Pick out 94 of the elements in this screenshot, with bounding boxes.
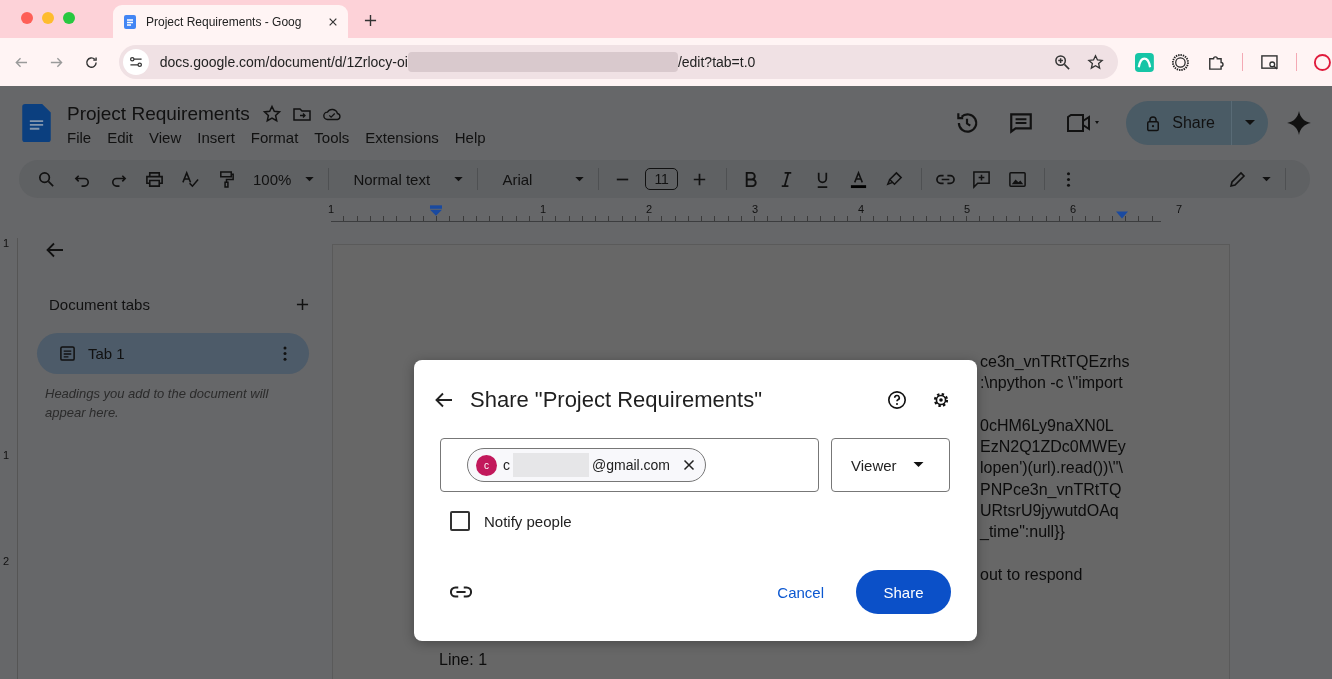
more-icon[interactable] bbox=[283, 346, 287, 361]
text-color-icon[interactable] bbox=[848, 169, 868, 189]
caret-icon bbox=[305, 176, 315, 182]
back-arrow-icon[interactable] bbox=[434, 390, 454, 410]
ruler-number: 3 bbox=[752, 204, 759, 215]
menu-item[interactable]: View bbox=[141, 128, 190, 146]
add-comment-icon[interactable] bbox=[971, 169, 991, 189]
settings-icon[interactable] bbox=[931, 390, 951, 410]
extension-icon[interactable] bbox=[1134, 52, 1154, 72]
profile-icon[interactable] bbox=[1313, 52, 1332, 72]
help-icon[interactable] bbox=[887, 390, 907, 410]
site-settings-icon[interactable] bbox=[122, 49, 149, 75]
ruler-number: 1 bbox=[328, 204, 335, 215]
document-tab[interactable]: Tab 1 bbox=[37, 333, 309, 374]
font-dropdown[interactable]: Arial bbox=[502, 170, 585, 188]
menu-item[interactable]: Insert bbox=[189, 128, 243, 146]
lock-icon bbox=[1146, 114, 1161, 132]
document-text: PNPce3n_vnTRtTQ bbox=[980, 480, 1122, 498]
document-text: _time":null}} bbox=[980, 523, 1065, 541]
spellcheck-icon[interactable] bbox=[181, 169, 200, 189]
email-text: @gmail.com bbox=[592, 457, 670, 473]
document-text: URtsrU9jywutdOAq bbox=[980, 502, 1119, 520]
menu-item[interactable]: Help bbox=[446, 128, 494, 146]
document-text: ce3n_vnTRtTQEzrhs bbox=[980, 353, 1130, 370]
dialog-title: Share "Project Requirements" bbox=[470, 387, 762, 413]
ruler-number: 4 bbox=[858, 204, 865, 215]
document-text: lopen')(url).read())\"\ bbox=[980, 459, 1123, 477]
paint-roller-icon[interactable] bbox=[217, 169, 236, 189]
tab-title: Project Requirements - Goog bbox=[146, 14, 303, 29]
ruler-number: 2 bbox=[3, 556, 10, 567]
document-text: Line: 1 bbox=[439, 651, 488, 669]
star-icon[interactable] bbox=[1086, 53, 1104, 71]
font-size-field[interactable]: 11 bbox=[645, 168, 678, 190]
reload-icon[interactable] bbox=[83, 54, 99, 70]
document-text: EzN2Q1ZDc0MWEy bbox=[980, 438, 1126, 456]
document-text: out to respond bbox=[980, 565, 1083, 583]
document-text: 0cHM6Ly9naXN0L bbox=[980, 416, 1114, 434]
email-text: c bbox=[503, 457, 510, 473]
menu-item[interactable]: Edit bbox=[99, 128, 142, 146]
ruler-number: 1 bbox=[3, 238, 10, 249]
ruler-number: 7 bbox=[1176, 204, 1183, 215]
caret-icon bbox=[575, 176, 585, 182]
ruler-number: 2 bbox=[646, 204, 653, 215]
document-icon bbox=[59, 345, 76, 362]
comment-icon[interactable] bbox=[1008, 110, 1035, 136]
url-text: /edit?tab=t.0 bbox=[677, 54, 756, 70]
recipient-field[interactable]: c c @gmail.com bbox=[440, 438, 819, 492]
image-icon[interactable] bbox=[1007, 169, 1027, 189]
ruler-number: 1 bbox=[3, 450, 10, 461]
sidebar-hint: Headings you add to the document will appear here. bbox=[45, 385, 270, 422]
pencil-icon bbox=[1228, 169, 1248, 189]
document-text: :\npython -c \"import bbox=[980, 374, 1123, 392]
caret-icon bbox=[1245, 120, 1255, 126]
ruler-number: 5 bbox=[964, 204, 971, 215]
indent-marker-icon[interactable] bbox=[430, 205, 442, 216]
notify-checkbox[interactable] bbox=[450, 511, 470, 531]
print-icon[interactable] bbox=[145, 169, 164, 189]
role-dropdown[interactable]: Viewer bbox=[831, 438, 950, 492]
cancel-button[interactable]: Cancel bbox=[765, 575, 836, 609]
checkbox-label: Notify people bbox=[484, 512, 572, 530]
link-icon[interactable] bbox=[450, 585, 472, 599]
menu-item[interactable]: Extensions bbox=[357, 128, 447, 146]
menu-item[interactable]: Format bbox=[242, 128, 307, 146]
menu-item[interactable]: File bbox=[59, 128, 100, 146]
search-icon[interactable] bbox=[37, 169, 56, 189]
address-bar[interactable]: docs.google.com/document/d/1Zrlocy-oi /edit?tab=t.0 bbox=[118, 45, 1118, 79]
right-indent-marker-icon[interactable] bbox=[1116, 211, 1128, 219]
zoom-dropdown[interactable]: 100% bbox=[253, 170, 315, 188]
star-icon[interactable] bbox=[261, 103, 282, 124]
avatar-initial: c bbox=[476, 454, 497, 476]
menu-item[interactable]: Tools bbox=[306, 128, 358, 146]
caret-icon bbox=[913, 462, 924, 468]
sidebar-heading: Document tabs bbox=[49, 296, 151, 313]
caret-icon bbox=[454, 176, 464, 182]
zoom-icon[interactable] bbox=[1053, 53, 1071, 71]
share-button[interactable]: Share bbox=[856, 570, 951, 614]
search-tabs-icon[interactable] bbox=[1260, 52, 1280, 72]
close-icon[interactable] bbox=[328, 16, 338, 27]
caret-icon bbox=[1262, 176, 1271, 182]
new-tab-icon[interactable] bbox=[364, 14, 377, 27]
url-text: docs.google.com/document/d/1Zrlocy-oi bbox=[159, 54, 408, 70]
document-icon bbox=[122, 13, 138, 30]
add-tab-icon[interactable] bbox=[296, 298, 309, 311]
docs-logo-icon[interactable] bbox=[22, 104, 51, 142]
ruler-number: 1 bbox=[540, 204, 547, 215]
sparkle-icon[interactable] bbox=[1286, 110, 1312, 136]
browser-tab[interactable]: Project Requirements - Goog bbox=[113, 5, 348, 38]
style-dropdown[interactable]: Normal text bbox=[353, 170, 464, 188]
close-window-button[interactable] bbox=[21, 12, 33, 24]
editing-mode-dropdown[interactable] bbox=[1228, 169, 1271, 189]
sun-icon[interactable] bbox=[1170, 52, 1190, 72]
ruler-number: 6 bbox=[1070, 204, 1077, 215]
remove-icon[interactable] bbox=[683, 459, 695, 471]
document-title[interactable]: Project Requirements bbox=[67, 102, 250, 125]
